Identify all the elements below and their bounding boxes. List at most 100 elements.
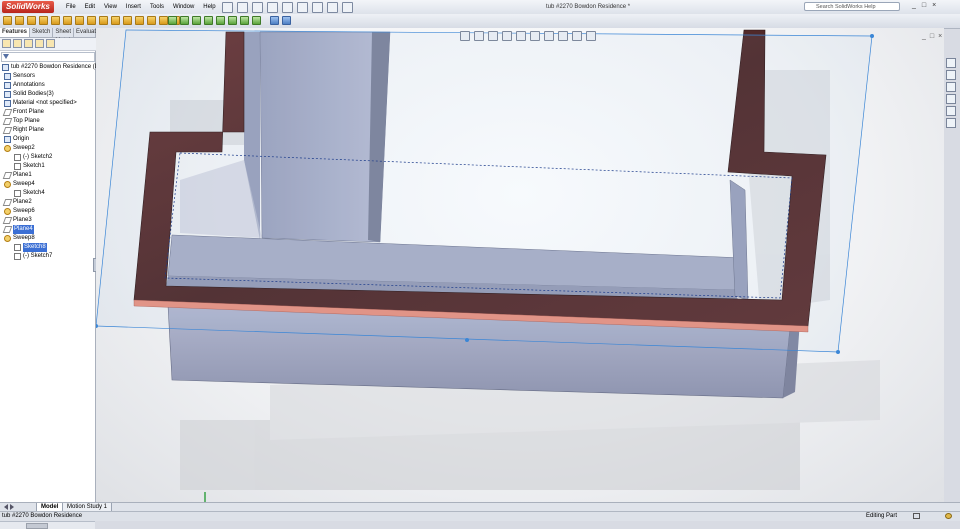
tree-node[interactable]: Sweep4 xyxy=(4,180,35,189)
scrollbar-thumb[interactable] xyxy=(26,523,48,529)
tree-node[interactable]: Plane2 xyxy=(2,198,32,207)
tree-node[interactable]: tub #2270 Bowdon Residence (D xyxy=(2,63,99,72)
options-icon[interactable] xyxy=(342,2,353,13)
curves-icon[interactable] xyxy=(216,16,225,25)
tree-node[interactable]: Sketch4 xyxy=(14,189,45,198)
minimize-button[interactable]: _ xyxy=(912,2,916,9)
draft-icon[interactable] xyxy=(147,16,156,25)
configuration-manager-icon[interactable] xyxy=(24,39,33,48)
plane-tool-icon[interactable] xyxy=(168,16,177,25)
section-view-icon[interactable] xyxy=(502,31,512,41)
revolve-icon[interactable] xyxy=(15,16,24,25)
shell-icon[interactable] xyxy=(135,16,144,25)
display-style-icon[interactable] xyxy=(530,31,540,41)
viewport-minimize-button[interactable]: _ xyxy=(922,33,926,40)
tree-node[interactable]: Right Plane xyxy=(2,126,44,135)
lofted-cut-icon[interactable] xyxy=(87,16,96,25)
tab-features[interactable]: Features xyxy=(0,28,31,37)
tab-sketch[interactable]: Sketch xyxy=(30,28,54,37)
extruded-boss-icon[interactable] xyxy=(3,16,12,25)
horizontal-scrollbar[interactable] xyxy=(0,521,95,529)
tree-node[interactable]: Annotations xyxy=(4,81,45,90)
tree-node[interactable]: Solid Bodies(3) xyxy=(4,90,54,99)
fillet-icon[interactable] xyxy=(99,16,108,25)
help-icon[interactable] xyxy=(945,513,952,519)
loft-icon[interactable] xyxy=(39,16,48,25)
sweep-tool-icon[interactable] xyxy=(27,16,36,25)
open-icon[interactable] xyxy=(237,2,248,13)
menu-insert[interactable]: Insert xyxy=(126,3,141,11)
viewport-restore-button[interactable]: □ xyxy=(930,33,934,40)
chamfer-icon[interactable] xyxy=(111,16,120,25)
pattern-icon[interactable] xyxy=(228,16,237,25)
swept-cut-icon[interactable] xyxy=(75,16,84,25)
tab-scroll-right-icon[interactable] xyxy=(10,504,14,510)
zoom-to-area-icon[interactable] xyxy=(474,31,484,41)
tree-filter-input[interactable] xyxy=(1,52,95,62)
custom-properties-icon[interactable] xyxy=(946,118,956,128)
wrap-icon[interactable] xyxy=(159,16,168,25)
tree-node[interactable]: Plane3 xyxy=(2,216,32,225)
new-document-icon[interactable] xyxy=(222,2,233,13)
tree-node[interactable]: Plane1 xyxy=(2,171,32,180)
tree-node[interactable]: Material <not specified> xyxy=(4,99,77,108)
hide-show-items-icon[interactable] xyxy=(544,31,554,41)
file-explorer-icon[interactable] xyxy=(946,82,956,92)
tree-node[interactable]: Sweep6 xyxy=(4,207,35,216)
rib-icon[interactable] xyxy=(123,16,132,25)
print-icon[interactable] xyxy=(267,2,278,13)
tab-scroll-left-icon[interactable] xyxy=(4,504,8,510)
instant3d-icon[interactable] xyxy=(252,16,261,25)
menu-window[interactable]: Window xyxy=(173,3,194,11)
model-view[interactable] xyxy=(96,28,944,502)
tab-sheet-metal[interactable]: Sheet Metal xyxy=(53,28,75,44)
search-help-input[interactable]: Search SolidWorks Help xyxy=(804,2,900,11)
sketch-tool-icon[interactable] xyxy=(270,16,279,25)
menu-edit[interactable]: Edit xyxy=(85,3,95,11)
tree-node[interactable]: Top Plane xyxy=(2,117,40,126)
viewport-close-button[interactable]: × xyxy=(938,33,942,40)
coordinate-system-icon[interactable] xyxy=(192,16,201,25)
view-orientation-icon[interactable] xyxy=(516,31,526,41)
tree-node[interactable]: Sketch1 xyxy=(14,162,45,171)
smart-dimension-icon[interactable] xyxy=(282,16,291,25)
mirror-icon[interactable] xyxy=(240,16,249,25)
maximize-button[interactable]: □ xyxy=(922,2,926,9)
menu-help[interactable]: Help xyxy=(203,3,215,11)
close-button[interactable]: × xyxy=(932,2,936,9)
revolved-cut-icon[interactable] xyxy=(63,16,72,25)
undo-icon[interactable] xyxy=(282,2,293,13)
tree-node[interactable]: (-) Sketch7 xyxy=(14,252,52,261)
dimxpert-icon[interactable] xyxy=(35,39,44,48)
file-properties-icon[interactable] xyxy=(327,2,338,13)
appearances-icon[interactable] xyxy=(946,106,956,116)
edit-appearance-icon[interactable] xyxy=(558,31,568,41)
units-icon[interactable] xyxy=(913,513,920,519)
tree-node[interactable]: Plane4 xyxy=(2,225,34,234)
apply-scene-icon[interactable] xyxy=(572,31,582,41)
tree-node[interactable]: Origin xyxy=(4,135,29,144)
view-settings-icon[interactable] xyxy=(586,31,596,41)
feature-tree-icon[interactable] xyxy=(2,39,11,48)
display-manager-icon[interactable] xyxy=(46,39,55,48)
menu-view[interactable]: View xyxy=(104,3,117,11)
extruded-cut-icon[interactable] xyxy=(51,16,60,25)
solidworks-logo[interactable]: SolidWorks xyxy=(2,1,54,13)
tree-node[interactable]: Sketch8 xyxy=(14,243,47,252)
rebuild-icon[interactable] xyxy=(312,2,323,13)
view-palette-icon[interactable] xyxy=(946,94,956,104)
select-icon[interactable] xyxy=(297,2,308,13)
previous-view-icon[interactable] xyxy=(488,31,498,41)
solidworks-resources-icon[interactable] xyxy=(946,58,956,68)
tree-node[interactable]: Sensors xyxy=(4,72,35,81)
menu-file[interactable]: File xyxy=(66,3,76,11)
menu-tools[interactable]: Tools xyxy=(150,3,164,11)
axis-tool-icon[interactable] xyxy=(180,16,189,25)
tree-node[interactable]: Front Plane xyxy=(2,108,44,117)
save-icon[interactable] xyxy=(252,2,263,13)
graphics-area[interactable] xyxy=(96,28,944,502)
tree-node[interactable]: Sweep8 xyxy=(4,234,35,243)
zoom-to-fit-icon[interactable] xyxy=(460,31,470,41)
design-library-icon[interactable] xyxy=(946,70,956,80)
tree-node[interactable]: (-) Sketch2 xyxy=(14,153,52,162)
